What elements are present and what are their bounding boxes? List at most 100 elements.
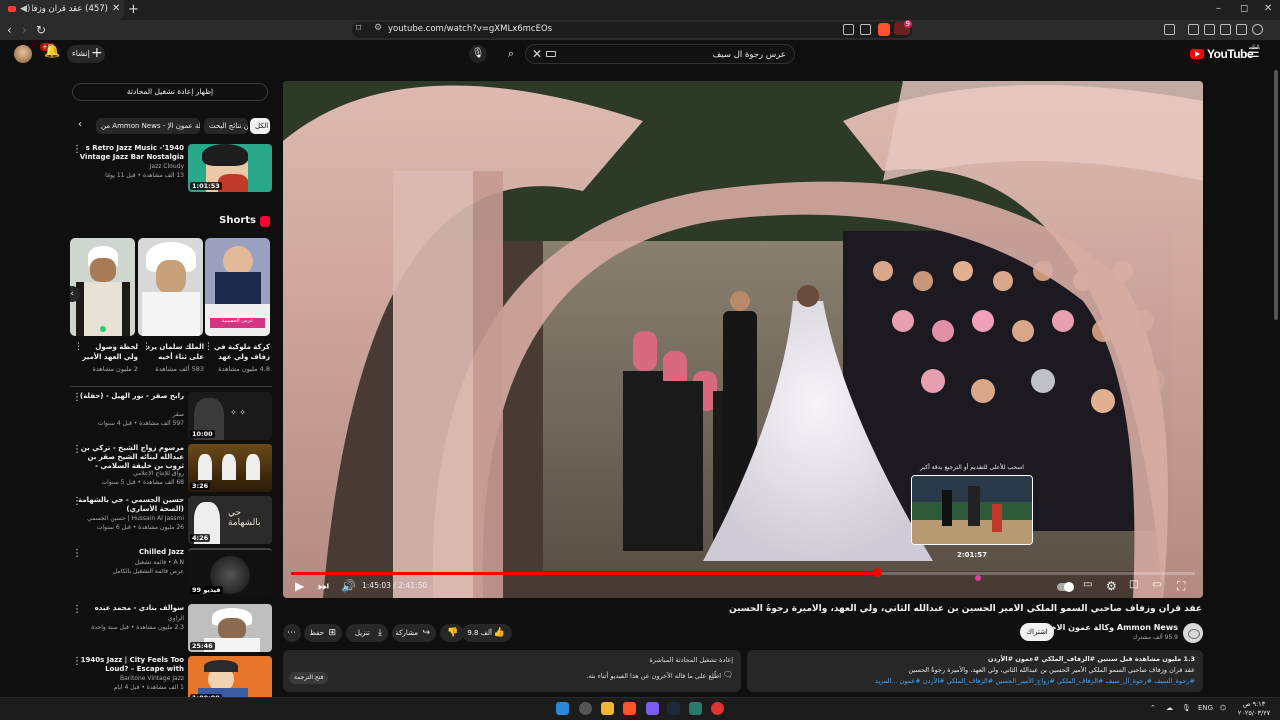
chrome-icon[interactable] <box>711 702 724 715</box>
channel-avatar[interactable] <box>1183 623 1203 643</box>
create-button[interactable]: إنشاء + <box>67 45 105 63</box>
site-info-icon[interactable]: ⚙ <box>374 23 382 33</box>
keyboard-icon[interactable] <box>546 51 556 57</box>
subscribe-button[interactable]: اشتراك <box>1020 623 1054 641</box>
start-windows-icon[interactable] <box>556 702 569 715</box>
more-options-icon[interactable]: ⋮ <box>72 496 82 507</box>
profile-icon[interactable] <box>1252 24 1263 35</box>
video-title[interactable]: مرسوم زواج الشيخ - تركي بن عبدالله لبنائ… <box>78 444 184 471</box>
video-thumbnail[interactable]: ✧ ✧ 10:00 <box>188 392 272 440</box>
language-indicator[interactable]: ENG <box>1198 704 1213 712</box>
network-icon[interactable]: ⌬ <box>1220 704 1226 712</box>
more-options-icon[interactable]: ⋮ <box>72 656 82 667</box>
settings-gear-icon[interactable]: ⚙ <box>1106 579 1117 593</box>
hamburger-menu-icon[interactable]: ☰ <box>1248 46 1260 61</box>
more-options-icon[interactable]: ⋮ <box>72 392 82 403</box>
autoplay-toggle[interactable] <box>1057 582 1074 592</box>
video-title[interactable]: Chilled Jazz <box>78 548 184 557</box>
more-options-icon[interactable]: ⋮ <box>74 342 83 352</box>
more-options-icon[interactable]: ⋮ <box>142 342 151 352</box>
subtitles-icon[interactable]: ▭ <box>1083 579 1092 590</box>
more-actions-button[interactable]: ⋯ <box>283 624 301 642</box>
video-title[interactable]: 1940's Retro Jazz Music - Vintage Jazz B… <box>78 144 184 162</box>
video-thumbnail[interactable]: 1:00:00 <box>188 656 272 702</box>
notifications-bell-icon[interactable]: 🔔 <box>44 44 60 59</box>
chip-from-search[interactable]: من نتائج البحث <box>204 118 248 134</box>
clear-search-icon[interactable]: ✕ <box>532 47 542 61</box>
short-title[interactable]: كركة ملوكية في زفاف ولي عهد <box>212 342 270 362</box>
more-options-icon[interactable]: ⋮ <box>72 604 82 615</box>
close-tab-icon[interactable]: ✕ <box>112 3 120 14</box>
related-video[interactable]: 3:26 مرسوم زواج الشيخ - تركي بن عبدالله … <box>70 444 272 492</box>
volume-icon[interactable]: 🔊 <box>341 579 356 593</box>
more-options-icon[interactable]: ⋮ <box>72 548 82 559</box>
next-icon[interactable]: ⏭ <box>318 579 329 594</box>
related-video[interactable]: 1:01:53 1940's Retro Jazz Music - Vintag… <box>70 144 272 192</box>
channel-name[interactable]: Hussain Al Jassmi | حسين الجسمي <box>78 515 184 522</box>
short-title[interactable]: الملك سلمان يرد على ثناء أخيه <box>146 342 204 362</box>
brave-shields-icon[interactable] <box>878 23 890 36</box>
tray-overflow-icon[interactable]: ⌃ <box>1150 704 1156 712</box>
system-clock[interactable]: ٩:١٣ ص ٢٠٢٥/٠٣/٢٧ <box>1234 700 1274 718</box>
chip-all[interactable]: الكل <box>250 118 270 134</box>
save-button[interactable]: ⊞ حفظ <box>304 624 342 642</box>
new-tab-button[interactable]: + <box>128 2 139 17</box>
reload-icon[interactable]: ↻ <box>36 23 46 37</box>
like-button[interactable]: 👍 9.8 آلف <box>462 624 512 642</box>
install-app-icon[interactable] <box>843 24 854 35</box>
more-options-icon[interactable]: ⋮ <box>72 144 82 155</box>
close-window-icon[interactable]: ✕ <box>1264 3 1272 14</box>
related-video[interactable]: 25:46 سوالف بنادي - محمد عبده الراوي 2.3… <box>70 604 272 652</box>
download-button[interactable]: ⤓ تنزيل <box>346 624 388 642</box>
back-icon[interactable]: ‹ <box>7 23 12 37</box>
description-box[interactable]: 1.3 مليون مشاهدة قبل سنتين #الزفاف_الملك… <box>747 650 1203 692</box>
channel-name[interactable]: رواق للإنتاج الإعلامي <box>78 470 184 477</box>
video-title[interactable]: 1940s Jazz | City Feels Too Loud? – Esca… <box>78 656 184 674</box>
channel-name[interactable]: Jazz Cloudy <box>78 163 184 170</box>
channel-name[interactable]: A N • قائمة تشغيل <box>78 559 184 566</box>
video-thumbnail[interactable]: 1:01:53 <box>188 144 272 192</box>
chip-channel[interactable]: من Ammon News - وكالة عمون الإ <box>96 118 200 134</box>
brave-browser-icon[interactable] <box>623 702 636 715</box>
chevron-left-icon[interactable]: ‹ <box>78 119 82 130</box>
video-title[interactable]: سوالف بنادي - محمد عبده <box>78 604 184 613</box>
video-thumbnail[interactable]: 25:46 <box>188 604 272 652</box>
rewards-icon[interactable]: 9 <box>894 20 912 35</box>
channel-name[interactable]: صقر <box>78 411 184 418</box>
mic-tray-icon[interactable]: 🎙 <box>1182 704 1191 712</box>
theater-mode-icon[interactable]: ▭ <box>1152 579 1161 590</box>
share-page-icon[interactable] <box>860 24 871 35</box>
sidebar-toggle-icon[interactable] <box>1188 24 1199 35</box>
video-player[interactable]: اسحب للأعلى للتقديم أو الترجيع بدقة أكبر… <box>283 81 1203 598</box>
short-thumbnail[interactable]: عرس الحسينية <box>205 238 270 336</box>
fullscreen-icon[interactable]: ⛶ <box>1177 579 1185 594</box>
channel-name[interactable]: الراوي <box>78 615 184 622</box>
share-button[interactable]: ↪ مشاركة <box>392 624 436 642</box>
forward-icon[interactable]: › <box>22 23 27 37</box>
short-title[interactable]: لحظة وصول ولي العهد الأمير محمد <box>80 342 138 362</box>
discord-icon[interactable] <box>646 702 659 715</box>
more-options-icon[interactable]: ⋮ <box>72 444 82 455</box>
wallet-icon[interactable] <box>1220 24 1231 35</box>
show-chat-replay-button[interactable]: إظهار إعادة تشغيل المحادثة <box>72 83 268 101</box>
voice-search-mic-icon[interactable]: 🎙 <box>469 45 487 63</box>
related-video[interactable]: حي بالشهامة 4:26 حسين الجسمي - حي بالشها… <box>70 496 272 544</box>
page-scrollbar[interactable] <box>1274 70 1278 320</box>
dislike-button[interactable]: 👎 <box>440 624 464 642</box>
description-hashtags[interactable]: #رجوة_السيف #رجوة_آل_سيف #الزفاف_الملكي … <box>755 677 1195 685</box>
url-field[interactable]: ⌑ ⚙ youtube.com/watch?v=gXMLx6mcEOs <box>352 22 912 38</box>
search-button-icon[interactable]: ⌕ <box>500 45 522 63</box>
channel-name[interactable]: Ammon News وكالة عمون الاخبارية <box>1032 623 1178 632</box>
view-playlist-link[interactable]: عرض قائمة التشغيل بالكامل <box>78 568 184 575</box>
speaker-icon[interactable]: ◀) <box>20 4 30 14</box>
extensions-icon[interactable] <box>1164 24 1175 35</box>
video-thumbnail[interactable]: حي بالشهامة 4:26 <box>188 496 272 544</box>
browser-tab[interactable]: ◀) (457) عقد قران وزفاف صاحبي ✕ <box>0 0 124 20</box>
account-avatar[interactable] <box>14 45 32 63</box>
vpn-icon[interactable] <box>1236 24 1247 35</box>
terminal-icon[interactable] <box>689 702 702 715</box>
related-video[interactable]: 1:00:00 1940s Jazz | City Feels Too Loud… <box>70 656 272 702</box>
cloud-icon[interactable]: ☁ <box>1166 704 1173 712</box>
search-input[interactable] <box>566 48 786 62</box>
file-explorer-icon[interactable] <box>601 702 614 715</box>
